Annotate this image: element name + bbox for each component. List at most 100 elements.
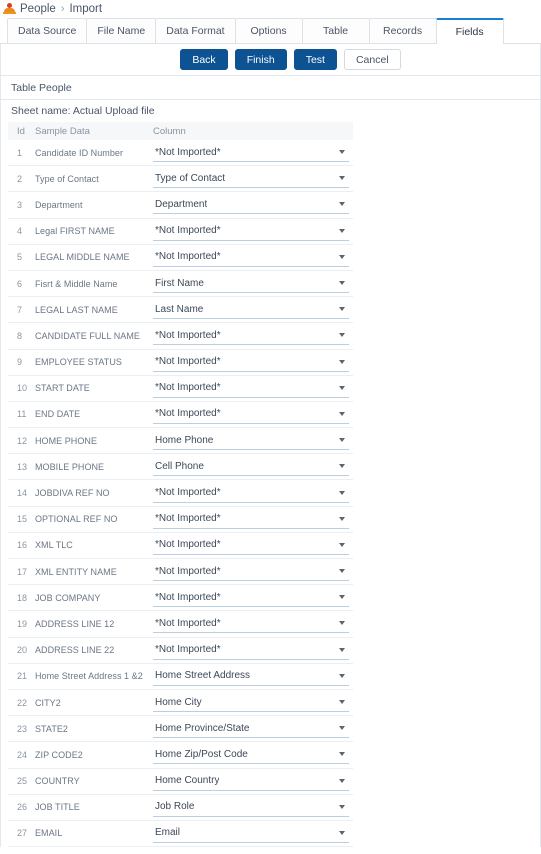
row-id: 27 xyxy=(17,828,28,839)
chevron-down-icon[interactable] xyxy=(339,647,345,652)
column-mapping-select[interactable]: Home City xyxy=(153,693,349,713)
chevron-down-icon[interactable] xyxy=(339,673,345,678)
column-mapping-value: *Not Imported* xyxy=(155,565,221,577)
finish-button[interactable]: Finish xyxy=(234,49,287,70)
chevron-down-icon[interactable] xyxy=(339,385,345,390)
column-mapping-select[interactable]: Home Street Address xyxy=(153,667,349,686)
table-row: 23 STATE2 Home Province/State xyxy=(8,716,353,743)
column-mapping-select[interactable]: *Not Imported* xyxy=(153,326,349,346)
chevron-down-icon[interactable] xyxy=(339,752,345,757)
row-id: 19 xyxy=(17,618,28,629)
column-mapping-select[interactable]: *Not Imported* xyxy=(153,484,349,503)
column-mapping-select[interactable]: *Not Imported* xyxy=(153,379,349,398)
column-mapping-select[interactable]: First Name xyxy=(153,274,349,294)
column-mapping-select[interactable]: *Not Imported* xyxy=(153,143,349,163)
breadcrumb-link-people[interactable]: People xyxy=(20,3,56,15)
row-id: 23 xyxy=(17,723,28,734)
row-column-cell: Home Street Address xyxy=(150,667,353,686)
column-mapping-select[interactable]: Job Role xyxy=(153,798,349,817)
column-mapping-select[interactable]: *Not Imported* xyxy=(153,405,349,424)
chevron-down-icon[interactable] xyxy=(339,254,345,259)
column-mapping-value: *Not Imported* xyxy=(155,146,221,158)
column-mapping-select[interactable]: *Not Imported* xyxy=(153,222,349,241)
row-column-cell: *Not Imported* xyxy=(150,484,353,503)
tab-fields[interactable]: Fields xyxy=(435,18,504,44)
chevron-down-icon[interactable] xyxy=(339,830,345,835)
chevron-down-icon[interactable] xyxy=(339,542,345,547)
column-mapping-select[interactable]: Department xyxy=(153,195,349,215)
tab-data-source[interactable]: Data Source xyxy=(7,18,88,43)
chevron-down-icon[interactable] xyxy=(339,516,345,521)
chevron-down-icon[interactable] xyxy=(339,307,345,312)
column-mapping-select[interactable]: Last Name xyxy=(153,300,349,320)
chevron-down-icon[interactable] xyxy=(339,359,345,364)
column-mapping-select[interactable]: *Not Imported* xyxy=(153,353,349,372)
column-mapping-select[interactable]: Cell Phone xyxy=(153,457,349,477)
column-mapping-select[interactable]: *Not Imported* xyxy=(153,248,349,267)
row-id: 1 xyxy=(17,147,23,158)
table-row: 14 JOBDIVA REF NO *Not Imported* xyxy=(8,480,353,507)
table-row: 22 CITY2 Home City xyxy=(8,690,353,717)
back-button[interactable]: Back xyxy=(180,49,228,70)
table-row: 15 OPTIONAL REF NO *Not Imported* xyxy=(8,507,353,533)
tab-options[interactable]: Options xyxy=(234,18,303,43)
column-mapping-select[interactable]: Home Zip/Post Code xyxy=(153,745,349,765)
cancel-button[interactable]: Cancel xyxy=(343,49,401,70)
chevron-down-icon[interactable] xyxy=(339,176,345,181)
column-mapping-select[interactable]: *Not Imported* xyxy=(153,536,349,555)
row-sample-data: ADDRESS LINE 22 xyxy=(35,645,115,656)
column-mapping-value: Home Country xyxy=(155,775,220,787)
tab-records[interactable]: Records xyxy=(368,18,437,43)
row-sample-data: STATE2 xyxy=(35,723,68,734)
column-mapping-select[interactable]: Home Phone xyxy=(153,431,349,451)
chevron-down-icon[interactable] xyxy=(339,804,345,809)
chevron-down-icon[interactable] xyxy=(339,281,345,286)
chevron-down-icon[interactable] xyxy=(339,726,345,731)
column-mapping-select[interactable]: *Not Imported* xyxy=(153,641,349,660)
breadcrumb-current-import: Import xyxy=(69,3,103,15)
chevron-down-icon[interactable] xyxy=(339,700,345,705)
column-mapping-select[interactable]: Home Province/State xyxy=(153,719,349,739)
chevron-down-icon[interactable] xyxy=(339,333,345,338)
tab-file-name[interactable]: File Name xyxy=(86,18,157,43)
column-mapping-select[interactable]: Email xyxy=(153,824,349,843)
column-mapping-select[interactable]: *Not Imported* xyxy=(153,562,349,582)
chevron-down-icon[interactable] xyxy=(339,621,345,626)
table-row: 7 LEGAL LAST NAME Last Name xyxy=(8,297,353,324)
row-id: 12 xyxy=(17,435,28,446)
row-id: 2 xyxy=(17,173,23,184)
row-column-cell: *Not Imported* xyxy=(150,248,353,267)
table-row: 8 CANDIDATE FULL NAME *Not Imported* xyxy=(8,323,353,350)
chevron-down-icon[interactable] xyxy=(339,569,345,574)
chevron-down-icon[interactable] xyxy=(339,150,345,155)
test-button[interactable]: Test xyxy=(293,49,337,70)
column-mapping-select[interactable]: Home Country xyxy=(153,772,349,791)
chevron-down-icon[interactable] xyxy=(339,411,345,416)
tab-data-format[interactable]: Data Format xyxy=(155,18,236,43)
chevron-down-icon[interactable] xyxy=(339,228,345,233)
column-mapping-value: *Not Imported* xyxy=(155,382,221,394)
chevron-down-icon[interactable] xyxy=(339,490,345,495)
tab-table[interactable]: Table xyxy=(301,18,370,43)
chevron-down-icon[interactable] xyxy=(339,438,345,443)
chevron-down-icon[interactable] xyxy=(339,778,345,783)
row-column-cell: Cell Phone xyxy=(150,457,353,477)
chevron-down-icon[interactable] xyxy=(339,464,345,469)
row-id: 22 xyxy=(17,697,28,708)
table-row: 13 MOBILE PHONE Cell Phone xyxy=(8,454,353,481)
row-column-cell: Home Zip/Post Code xyxy=(150,745,353,765)
field-mapping-grid: Id Sample Data Column 1 Candidate ID Numb… xyxy=(8,122,353,848)
grid-header-row: Id Sample Data Column xyxy=(8,122,353,140)
chevron-down-icon[interactable] xyxy=(339,202,345,207)
row-id: 11 xyxy=(17,409,27,420)
column-mapping-select[interactable]: Type of Contact xyxy=(153,169,349,189)
column-mapping-value: *Not Imported* xyxy=(155,591,221,603)
table-row: 17 XML ENTITY NAME *Not Imported* xyxy=(8,559,353,586)
row-id: 14 xyxy=(17,488,28,499)
column-mapping-select[interactable]: *Not Imported* xyxy=(153,588,349,608)
chevron-down-icon[interactable] xyxy=(339,595,345,600)
row-column-cell: *Not Imported* xyxy=(150,588,353,608)
column-mapping-value: Job Role xyxy=(155,801,195,813)
column-mapping-select[interactable]: *Not Imported* xyxy=(153,510,349,529)
column-mapping-select[interactable]: *Not Imported* xyxy=(153,614,349,634)
